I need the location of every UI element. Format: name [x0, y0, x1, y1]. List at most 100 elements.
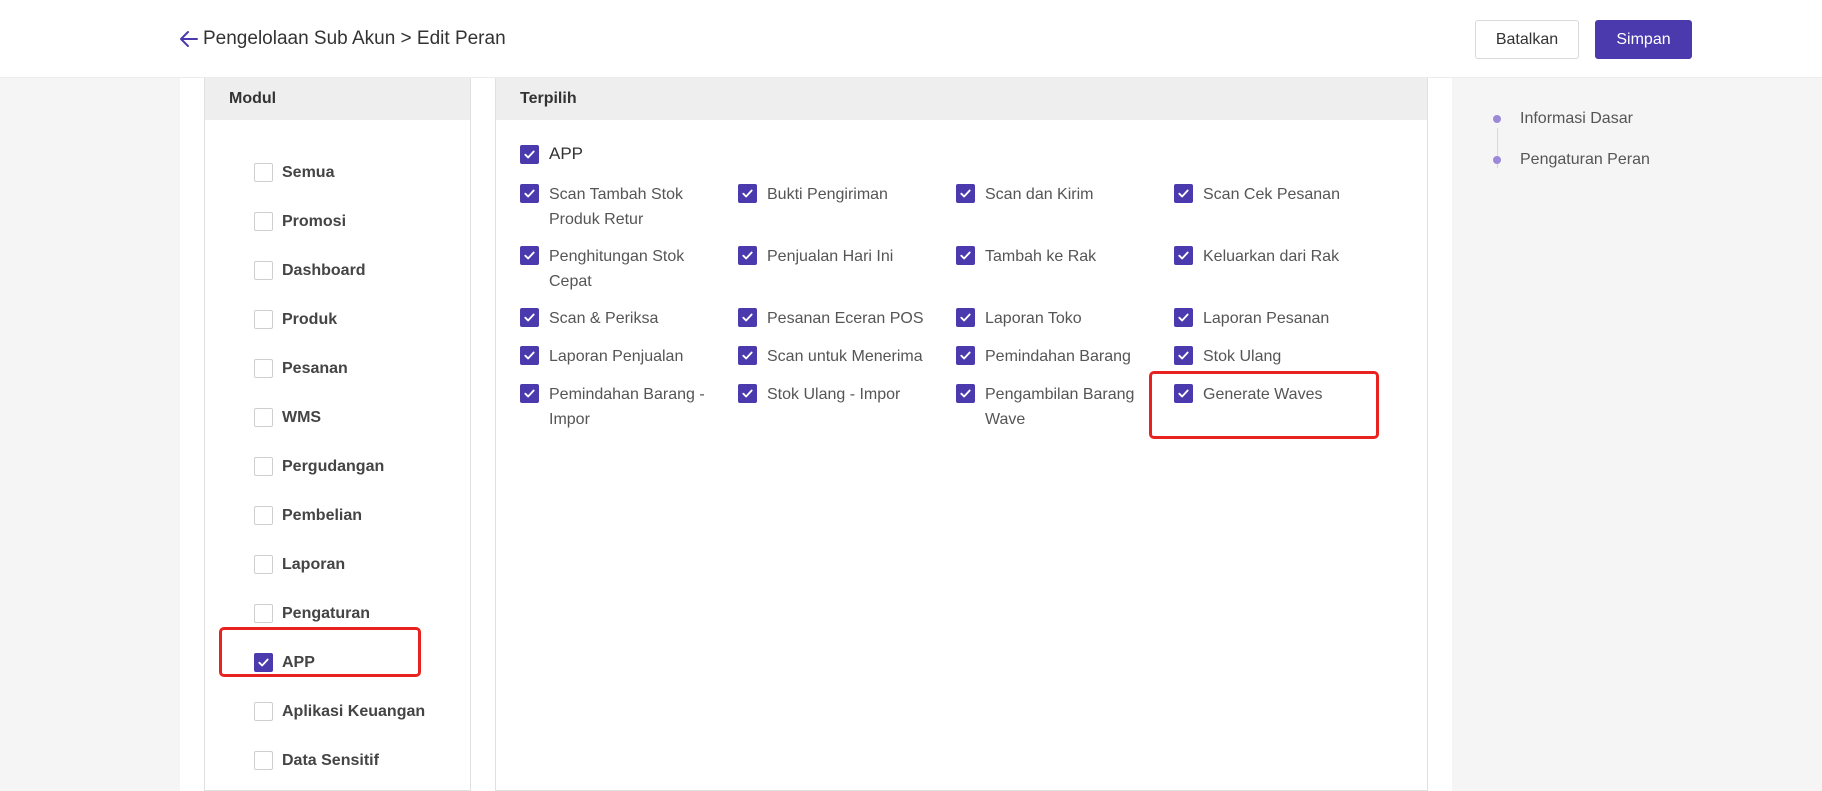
checkbox-unchecked-icon	[254, 261, 273, 280]
side-nav-item[interactable]: Pengaturan Peran	[1472, 139, 1650, 180]
permission-label: Generate Waves	[1203, 386, 1323, 403]
checkbox-checked-icon	[520, 346, 539, 365]
page-title: Pengelolaan Sub Akun > Edit Peran	[203, 28, 506, 49]
permission-label: Scan untuk Menerima	[767, 348, 923, 365]
modul-item-label: Pembelian	[282, 506, 363, 524]
permission-checkbox[interactable]: Scan untuk Menerima	[738, 344, 956, 370]
top-header: Pengelolaan Sub Akun > Edit Peran Batalk…	[0, 0, 1822, 78]
checkbox-unchecked-icon	[254, 751, 273, 770]
checkbox-checked-icon	[520, 184, 539, 203]
permission-checkbox[interactable]: Laporan Toko	[956, 306, 1174, 332]
modul-list: Semua Promosi Dashboard Produk Pesanan WMS Per…	[205, 120, 470, 785]
permission-checkbox[interactable]: Scan dan Kirim	[956, 182, 1174, 232]
checkbox-unchecked-icon	[254, 555, 273, 574]
modul-item[interactable]: Data Sensitif	[254, 736, 470, 785]
modul-item-label: Aplikasi Keuangan	[282, 702, 426, 720]
permission-checkbox[interactable]: Stok Ulang	[1174, 344, 1392, 370]
permission-checkbox[interactable]: Keluarkan dari Rak	[1174, 244, 1392, 294]
permission-checkbox[interactable]: Pemindahan Barang - Impor	[520, 382, 738, 432]
side-panel: Informasi Dasar Pengaturan Peran	[1452, 78, 1822, 791]
cancel-button[interactable]: Batalkan	[1475, 20, 1579, 59]
back-arrow-icon[interactable]	[177, 27, 201, 51]
checkbox-unchecked-icon	[254, 359, 273, 378]
permission-label: Tambah ke Rak	[985, 248, 1097, 265]
modul-item-label: Pengaturan	[282, 604, 371, 622]
modul-item-label: APP	[282, 653, 315, 671]
modul-heading: Modul	[205, 78, 470, 120]
checkbox-checked-icon	[520, 246, 539, 265]
permission-checkbox[interactable]: Scan Tambah Stok Produk Retur	[520, 182, 738, 232]
checkbox-checked-icon	[1174, 346, 1193, 365]
permission-checkbox[interactable]: Penghitungan Stok Cepat	[520, 244, 738, 294]
modul-item[interactable]: Pengaturan	[254, 589, 470, 638]
permission-label: Bukti Pengiriman	[767, 186, 888, 203]
permission-grid: Scan Tambah Stok Produk Retur Bukti Pengi…	[520, 182, 1400, 444]
permission-label: Laporan Toko	[985, 310, 1082, 327]
checkbox-unchecked-icon	[254, 604, 273, 623]
app-group-checkbox[interactable]: APP	[520, 144, 583, 164]
permission-label: Scan & Periksa	[549, 310, 659, 327]
checkbox-unchecked-icon	[254, 506, 273, 525]
checkbox-checked-icon	[738, 184, 757, 203]
permission-label: Pemindahan Barang - Impor	[549, 386, 705, 428]
modul-item-label: Pergudangan	[282, 457, 385, 475]
permission-checkbox[interactable]: Penjualan Hari Ini	[738, 244, 956, 294]
modul-item[interactable]: WMS	[254, 393, 470, 442]
modul-panel: Modul Semua Promosi Dashboard Produk Pesanan…	[204, 78, 471, 791]
modul-item[interactable]: Laporan	[254, 540, 470, 589]
checkbox-unchecked-icon	[254, 310, 273, 329]
modul-item[interactable]: Pergudangan	[254, 442, 470, 491]
modul-item-label: Laporan	[282, 555, 346, 573]
checkbox-checked-icon	[956, 246, 975, 265]
permission-checkbox[interactable]: Pesanan Eceran POS	[738, 306, 956, 332]
permission-checkbox[interactable]: Laporan Pesanan	[1174, 306, 1392, 332]
checkbox-unchecked-icon	[254, 408, 273, 427]
permission-checkbox[interactable]: Laporan Penjualan	[520, 344, 738, 370]
permission-checkbox[interactable]: Scan & Periksa	[520, 306, 738, 332]
modul-item-label: Promosi	[282, 212, 347, 230]
permission-checkbox[interactable]: Pengambilan Barang Wave	[956, 382, 1174, 432]
checkbox-unchecked-icon	[254, 163, 273, 182]
permission-label: Laporan Pesanan	[1203, 310, 1330, 327]
checkbox-checked-icon	[738, 246, 757, 265]
modul-item[interactable]: Promosi	[254, 197, 470, 246]
permission-checkbox[interactable]: Generate Waves	[1174, 382, 1392, 432]
checkbox-checked-icon	[1174, 184, 1193, 203]
checkbox-checked-icon	[956, 346, 975, 365]
permission-label: Stok Ulang	[1203, 348, 1282, 365]
permission-checkbox[interactable]: Bukti Pengiriman	[738, 182, 956, 232]
modul-item-label: Dashboard	[282, 261, 366, 279]
permission-checkbox[interactable]: Tambah ke Rak	[956, 244, 1174, 294]
checkbox-checked-icon	[738, 308, 757, 327]
permission-label: Pemindahan Barang	[985, 348, 1131, 365]
modul-item[interactable]: Pembelian	[254, 491, 470, 540]
permission-checkbox[interactable]: Stok Ulang - Impor	[738, 382, 956, 432]
checkbox-checked-icon	[1174, 246, 1193, 265]
permission-label: Laporan Penjualan	[549, 348, 684, 365]
checkbox-checked-icon	[956, 308, 975, 327]
modul-item[interactable]: APP	[254, 638, 470, 687]
checkbox-checked-icon	[520, 384, 539, 403]
modul-item-label: Pesanan	[282, 359, 348, 377]
modul-item-label: Data Sensitif	[282, 751, 379, 769]
save-button[interactable]: Simpan	[1595, 20, 1692, 59]
permission-label: Scan Cek Pesanan	[1203, 186, 1340, 203]
modul-item[interactable]: Semua	[254, 148, 470, 197]
modul-item[interactable]: Pesanan	[254, 344, 470, 393]
modul-item[interactable]: Aplikasi Keuangan	[254, 687, 470, 736]
checkbox-checked-icon	[1174, 384, 1193, 403]
checkbox-checked-icon	[956, 384, 975, 403]
permission-label: Scan Tambah Stok Produk Retur	[549, 186, 684, 228]
checkbox-unchecked-icon	[254, 457, 273, 476]
modul-item[interactable]: Dashboard	[254, 246, 470, 295]
modul-item-label: Produk	[282, 310, 338, 328]
permission-checkbox[interactable]: Scan Cek Pesanan	[1174, 182, 1392, 232]
permission-label: Stok Ulang - Impor	[767, 386, 901, 403]
nav-dot-icon	[1493, 155, 1501, 164]
permission-checkbox[interactable]: Pemindahan Barang	[956, 344, 1174, 370]
side-nav-item[interactable]: Informasi Dasar	[1472, 98, 1650, 139]
checkbox-checked-icon	[956, 184, 975, 203]
checkbox-unchecked-icon	[254, 212, 273, 231]
checkbox-unchecked-icon	[254, 702, 273, 721]
modul-item[interactable]: Produk	[254, 295, 470, 344]
